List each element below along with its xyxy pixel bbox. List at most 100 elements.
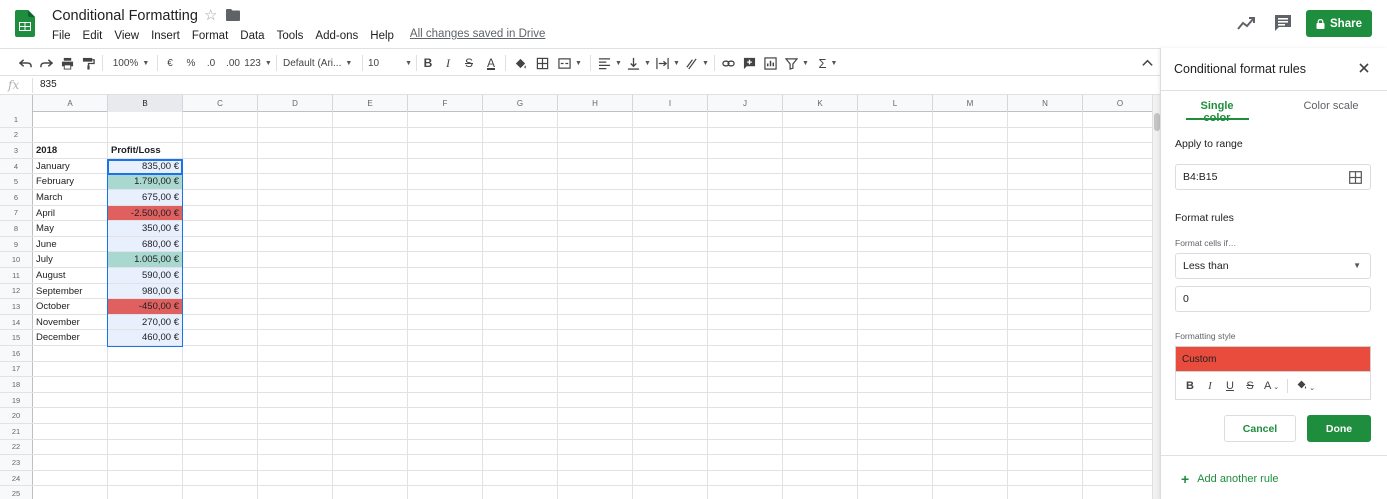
range-input[interactable]: B4:B15: [1175, 164, 1371, 190]
cell-o4[interactable]: [1083, 159, 1152, 174]
cell-a14[interactable]: November: [33, 314, 108, 330]
cell-d22[interactable]: [258, 439, 333, 455]
menu-add-ons[interactable]: Add-ons: [309, 28, 364, 44]
cell-f24[interactable]: [408, 470, 483, 486]
cell-f4[interactable]: [408, 158, 483, 174]
cell-k10[interactable]: [783, 252, 858, 267]
cell-e15[interactable]: [333, 330, 408, 345]
cell-c23[interactable]: [183, 455, 258, 470]
cell-a11[interactable]: August: [33, 268, 108, 283]
style-text-color-button[interactable]: A ⌄: [1264, 380, 1279, 392]
cell-l18[interactable]: [858, 377, 933, 392]
cell-b9[interactable]: 680,00 €: [108, 236, 183, 252]
cell-l23[interactable]: [858, 455, 933, 470]
decrease-decimals-button[interactable]: .0: [202, 53, 220, 73]
cell-j12[interactable]: [708, 283, 783, 299]
cell-j17[interactable]: [708, 361, 783, 377]
cell-b19[interactable]: [108, 392, 183, 408]
column-header-g[interactable]: G: [483, 95, 558, 112]
cell-a18[interactable]: [33, 377, 108, 392]
cell-b22[interactable]: [108, 439, 183, 455]
cell-b2[interactable]: [108, 127, 183, 143]
cell-o9[interactable]: [1083, 237, 1152, 252]
cell-m21[interactable]: [933, 424, 1008, 439]
cell-h7[interactable]: [558, 205, 633, 221]
cell-k19[interactable]: [783, 392, 858, 408]
row-header[interactable]: 13: [0, 299, 33, 314]
cell-i5[interactable]: [633, 174, 708, 189]
cell-b12[interactable]: 980,00 €: [108, 283, 183, 299]
cell-j1[interactable]: [708, 112, 783, 127]
cell-k24[interactable]: [783, 470, 858, 486]
tab-color-scale[interactable]: Color scale: [1301, 100, 1361, 122]
cell-a17[interactable]: [33, 361, 108, 377]
cell-f9[interactable]: [408, 236, 483, 252]
cell-a5[interactable]: February: [33, 174, 108, 189]
cell-i19[interactable]: [633, 392, 708, 408]
row-header[interactable]: 20: [0, 408, 33, 423]
menu-data[interactable]: Data: [234, 28, 270, 44]
row-header[interactable]: 7: [0, 205, 33, 221]
style-underline-button[interactable]: U: [1224, 380, 1236, 392]
functions-button[interactable]: Σ ▼: [815, 53, 841, 73]
cell-j8[interactable]: [708, 221, 783, 236]
cell-g10[interactable]: [483, 252, 558, 267]
cell-d3[interactable]: [258, 143, 333, 158]
cell-j13[interactable]: [708, 299, 783, 314]
percent-format-button[interactable]: %: [183, 53, 199, 73]
cell-l9[interactable]: [858, 236, 933, 252]
fill-color-button[interactable]: [511, 53, 529, 73]
cell-b6[interactable]: 675,00 €: [108, 190, 183, 205]
cell-i11[interactable]: [633, 268, 708, 283]
row-header[interactable]: 10: [0, 252, 33, 267]
cell-i24[interactable]: [633, 470, 708, 486]
cell-c18[interactable]: [183, 377, 258, 392]
cell-l25[interactable]: [858, 486, 933, 499]
cell-e2[interactable]: [333, 127, 408, 143]
cell-j25[interactable]: [708, 486, 783, 499]
cell-g13[interactable]: [483, 299, 558, 314]
cell-o3[interactable]: [1083, 143, 1152, 158]
condition-value-input[interactable]: 0: [1175, 286, 1371, 312]
share-button[interactable]: Share: [1306, 10, 1372, 37]
column-header-j[interactable]: J: [708, 95, 783, 112]
cell-m6[interactable]: [933, 190, 1008, 205]
cell-b16[interactable]: [108, 346, 183, 361]
cell-c7[interactable]: [183, 205, 258, 221]
column-header-m[interactable]: M: [933, 95, 1008, 112]
row-header[interactable]: 14: [0, 314, 33, 330]
cell-n1[interactable]: [1008, 112, 1083, 127]
currency-format-button[interactable]: €: [162, 53, 178, 73]
cell-g15[interactable]: [483, 330, 558, 345]
cell-a12[interactable]: September: [33, 283, 108, 299]
cell-l8[interactable]: [858, 221, 933, 236]
cell-d23[interactable]: [258, 455, 333, 470]
cell-m20[interactable]: [933, 408, 1008, 423]
cell-c13[interactable]: [183, 299, 258, 314]
column-header-d[interactable]: D: [258, 95, 333, 112]
cell-m2[interactable]: [933, 127, 1008, 143]
star-icon[interactable]: ☆: [204, 6, 217, 24]
cell-a22[interactable]: [33, 439, 108, 455]
cell-m14[interactable]: [933, 314, 1008, 330]
cell-n5[interactable]: [1008, 174, 1083, 189]
row-header[interactable]: 9: [0, 236, 33, 252]
cell-o17[interactable]: [1083, 362, 1152, 377]
cell-h15[interactable]: [558, 330, 633, 345]
cell-g21[interactable]: [483, 424, 558, 439]
cell-g3[interactable]: [483, 143, 558, 158]
cell-d8[interactable]: [258, 221, 333, 236]
cell-n7[interactable]: [1008, 205, 1083, 221]
cell-h16[interactable]: [558, 346, 633, 361]
cell-j3[interactable]: [708, 143, 783, 158]
cell-n23[interactable]: [1008, 455, 1083, 470]
cell-f17[interactable]: [408, 361, 483, 377]
cell-f3[interactable]: [408, 143, 483, 158]
cell-h6[interactable]: [558, 190, 633, 205]
cell-g20[interactable]: [483, 408, 558, 423]
column-header-f[interactable]: F: [408, 95, 483, 112]
cell-c19[interactable]: [183, 392, 258, 408]
cell-k1[interactable]: [783, 112, 858, 127]
close-icon[interactable]: [1358, 62, 1370, 74]
cell-m8[interactable]: [933, 221, 1008, 236]
